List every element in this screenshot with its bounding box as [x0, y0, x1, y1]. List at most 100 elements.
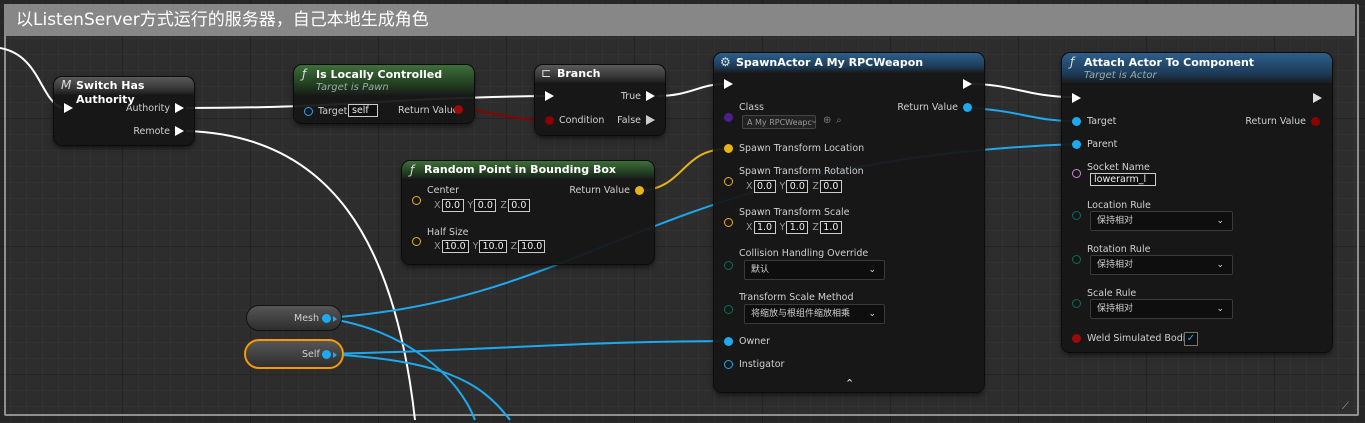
random-node-header[interactable]: ƒ Random Point in Bounding Box	[402, 161, 654, 179]
scale-pin[interactable]	[724, 218, 733, 227]
branch-exec-in-pin[interactable]	[545, 91, 554, 101]
self-pin[interactable]	[322, 350, 331, 359]
locally-node-header[interactable]: ƒ Is Locally Controlled Target is Pawn	[294, 65, 474, 95]
pin-arrow-icon	[333, 352, 337, 358]
attach-exec-in-pin[interactable]	[1072, 93, 1081, 103]
scale-rule-dropdown[interactable]: 保持相对 ⌄	[1090, 299, 1233, 319]
random-return-label: Return Value	[569, 185, 630, 196]
rotation-rule-dropdown[interactable]: 保持相对 ⌄	[1090, 255, 1233, 275]
socket-name-input[interactable]: lowerarm_l	[1090, 173, 1156, 186]
false-label: False	[617, 115, 641, 126]
weld-label: Weld Simulated Bodies	[1087, 333, 1197, 344]
branch-node-title: Branch	[557, 67, 601, 80]
class-dropdown[interactable]: A My RPCWeapc	[742, 115, 816, 129]
scale-label: Spawn Transform Scale	[739, 207, 850, 218]
rotation-rule-pin[interactable]	[1072, 255, 1081, 264]
false-exec-pin[interactable]	[646, 115, 655, 125]
scale-method-pin[interactable]	[724, 305, 733, 314]
spawn-exec-out-pin[interactable]	[963, 79, 972, 89]
socket-label: Socket Name	[1087, 162, 1150, 173]
scale-z[interactable]: 1.0	[819, 221, 842, 234]
target-pin[interactable]	[304, 107, 313, 116]
location-rule-pin[interactable]	[1072, 211, 1081, 220]
self-label: Self	[302, 349, 320, 360]
random-return-pin[interactable]	[635, 186, 644, 195]
scale-rule-pin[interactable]	[1072, 299, 1081, 308]
half-z[interactable]: 10.0	[518, 240, 546, 253]
locally-return-pin[interactable]	[454, 105, 463, 114]
exec-in-pin[interactable]	[64, 103, 73, 113]
remote-exec-pin[interactable]	[175, 126, 184, 136]
center-x[interactable]: 0.0	[441, 199, 464, 212]
browse-icon[interactable]: ⊕	[823, 115, 831, 126]
attach-node-header[interactable]: ƒ Attach Actor To Component Target is Ac…	[1062, 53, 1332, 83]
rotation-x[interactable]: 0.0	[753, 180, 776, 193]
half-size-vector-input[interactable]: X 10.0 Y 10.0 Z 10.0	[434, 240, 549, 253]
scale-y[interactable]: 1.0	[786, 221, 809, 234]
locally-return-label: Return Value	[398, 105, 459, 116]
exec-wire-spawn-attach	[971, 83, 1073, 98]
true-exec-pin[interactable]	[646, 91, 655, 101]
self-variable-node[interactable]: Self	[244, 339, 344, 369]
is-locally-controlled-node[interactable]: ƒ Is Locally Controlled Target is Pawn T…	[294, 65, 474, 123]
function-icon: ƒ	[410, 163, 415, 177]
scale-x[interactable]: 1.0	[753, 221, 776, 234]
switch-node-header[interactable]: M Switch Has Authority	[54, 77, 194, 106]
branch-node-header[interactable]: ⊏ Branch	[535, 65, 665, 83]
center-vector-input[interactable]: X 0.0 Y 0.0 Z 0.0	[434, 199, 534, 212]
class-dropdown-chevron-icon[interactable]: ⌄	[810, 115, 818, 126]
spawn-exec-in-pin[interactable]	[724, 79, 733, 89]
attach-exec-out-pin[interactable]	[1313, 93, 1322, 103]
target-self-box[interactable]: self	[348, 104, 378, 117]
instigator-pin[interactable]	[724, 360, 733, 369]
parent-label: Parent	[1087, 139, 1118, 150]
spawn-icon: ⚙	[720, 55, 731, 69]
chevron-down-icon: ⌄	[868, 309, 876, 319]
branch-node[interactable]: ⊏ Branch True Condition False	[535, 65, 665, 135]
chevron-up-icon[interactable]: ⌃	[845, 377, 854, 390]
half-x[interactable]: 10.0	[441, 240, 469, 253]
mesh-pin[interactable]	[322, 314, 331, 323]
condition-pin[interactable]	[545, 116, 554, 125]
parent-pin[interactable]	[1072, 140, 1081, 149]
center-y[interactable]: 0.0	[474, 199, 497, 212]
search-icon[interactable]: ⌕	[836, 115, 842, 126]
class-pin[interactable]	[724, 113, 733, 122]
spawn-node-header[interactable]: ⚙ SpawnActor A My RPCWeapon	[714, 53, 984, 73]
switch-has-authority-node[interactable]: M Switch Has Authority Authority Remote	[54, 77, 194, 145]
weld-checkbox[interactable]: ✓	[1184, 332, 1198, 346]
center-pin[interactable]	[412, 196, 421, 205]
collision-dropdown[interactable]: 默认 ⌄	[744, 260, 885, 280]
half-y[interactable]: 10.0	[479, 240, 507, 253]
scale-vector-input[interactable]: X 1.0 Y 1.0 Z 1.0	[746, 221, 846, 234]
half-size-pin[interactable]	[412, 237, 421, 246]
center-z[interactable]: 0.0	[507, 199, 530, 212]
random-point-node[interactable]: ƒ Random Point in Bounding Box Center X0…	[402, 161, 654, 264]
attach-target-pin[interactable]	[1072, 117, 1081, 126]
mesh-variable-node[interactable]: Mesh	[246, 305, 342, 331]
scale-method-dropdown[interactable]: 将缩放与根组件缩放相乘 ⌄	[744, 304, 885, 324]
attach-actor-node[interactable]: ƒ Attach Actor To Component Target is Ac…	[1062, 53, 1332, 352]
rotation-vector-input[interactable]: X 0.0 Y 0.0 Z 0.0	[746, 180, 846, 193]
attach-return-label: Return Value	[1245, 116, 1306, 127]
location-pin[interactable]	[724, 144, 733, 153]
rotation-pin[interactable]	[724, 177, 733, 186]
function-icon: ƒ	[302, 67, 307, 81]
location-rule-dropdown[interactable]: 保持相对 ⌄	[1090, 211, 1233, 231]
collision-pin[interactable]	[724, 261, 733, 270]
switch-node-title: Switch Has Authority	[76, 79, 145, 106]
spawn-actor-node[interactable]: ⚙ SpawnActor A My RPCWeapon Class A My R…	[714, 53, 984, 392]
authority-exec-pin[interactable]	[175, 103, 184, 113]
attach-node-title: Attach Actor To Component	[1084, 56, 1255, 69]
rotation-z[interactable]: 0.0	[819, 180, 842, 193]
spawn-return-pin[interactable]	[963, 103, 972, 112]
scale-rule-label: Scale Rule	[1087, 288, 1137, 299]
locally-node-subtitle: Target is Pawn	[316, 82, 389, 93]
rotation-y[interactable]: 0.0	[786, 180, 809, 193]
object-wire-self-owner	[324, 340, 727, 355]
true-label: True	[620, 91, 641, 102]
socket-pin[interactable]	[1072, 169, 1081, 178]
weld-pin[interactable]	[1072, 334, 1081, 343]
attach-return-pin[interactable]	[1311, 117, 1320, 126]
owner-pin[interactable]	[724, 337, 733, 346]
